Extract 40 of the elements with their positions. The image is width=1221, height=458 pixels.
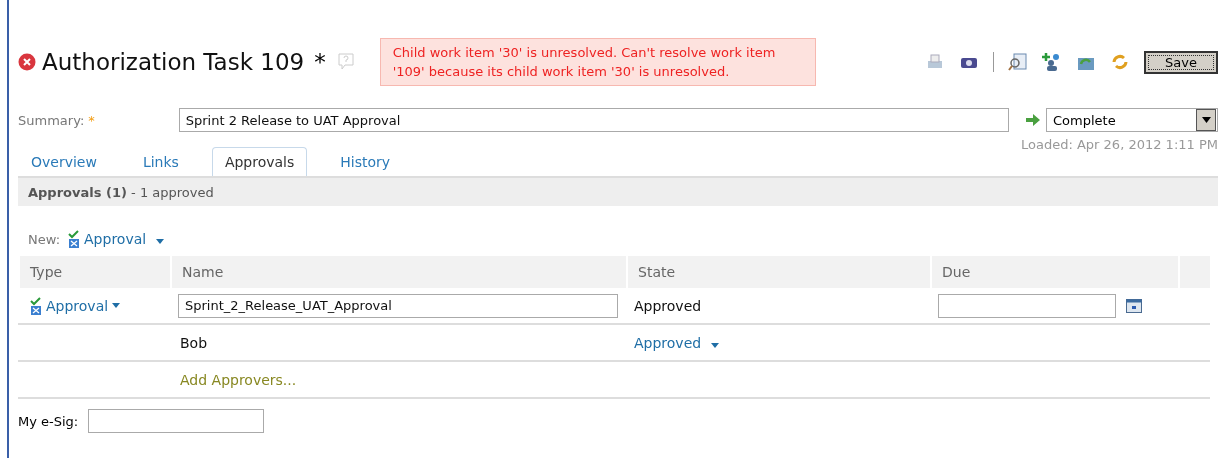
save-button[interactable]: Save	[1144, 50, 1218, 74]
error-icon	[18, 53, 36, 71]
approval-icon	[30, 296, 42, 315]
column-header: State	[626, 256, 930, 288]
calendar-icon[interactable]	[1126, 298, 1142, 313]
column-header: Name	[170, 256, 626, 288]
approval-name-field[interactable]: Sprint_2_Release_UAT_Approval	[178, 293, 618, 318]
caret-icon	[156, 239, 165, 244]
refresh-icon[interactable]	[1110, 52, 1130, 72]
new-label: New:	[28, 231, 61, 247]
add-approvers-link[interactable]: Add Approvers...	[180, 371, 297, 388]
add-users-icon[interactable]	[1042, 52, 1062, 72]
esig-label: My e-Sig:	[18, 413, 79, 429]
task-title: Authorization Task 109	[42, 49, 305, 75]
caret-icon	[711, 342, 720, 348]
esig-field[interactable]	[88, 409, 265, 433]
approval-icon	[68, 230, 81, 248]
workflow-action-dropdown[interactable]: Complete	[1046, 108, 1218, 132]
tab[interactable]: Overview	[18, 147, 110, 176]
tab[interactable]: History	[327, 147, 404, 176]
approval-type-dropdown[interactable]: Approval	[30, 296, 121, 315]
summary-field[interactable]: Sprint 2 Release to UAT Approval	[178, 108, 1009, 132]
section-header: Approvals (1) - 1 approved	[18, 176, 1218, 206]
approver-name: Bob	[180, 334, 208, 351]
loaded-timestamp: Loaded: Apr 26, 2012 1:11 PM	[1021, 137, 1218, 152]
tab[interactable]: Links	[129, 147, 192, 176]
unsaved-mark: *	[314, 49, 326, 75]
summary-label: Summary:	[18, 112, 85, 128]
approval-state-dropdown[interactable]: Approved	[634, 334, 720, 351]
required-mark: *	[88, 112, 95, 128]
column-header: Due	[930, 256, 1178, 288]
arrow-icon	[1026, 114, 1040, 126]
column-header: Type	[18, 256, 170, 288]
caret-icon	[1201, 117, 1211, 123]
state-text: Approved	[634, 297, 702, 314]
due-date-field[interactable]	[938, 293, 1116, 318]
caret-icon	[112, 303, 121, 308]
error-message: Child work item '30' is unresolved. Can't resolve work item '109' because its child work item '30' is unresolved.	[379, 38, 816, 86]
document-search-icon[interactable]	[1008, 52, 1028, 72]
new-approval-dropdown[interactable]: Approval	[68, 230, 165, 248]
